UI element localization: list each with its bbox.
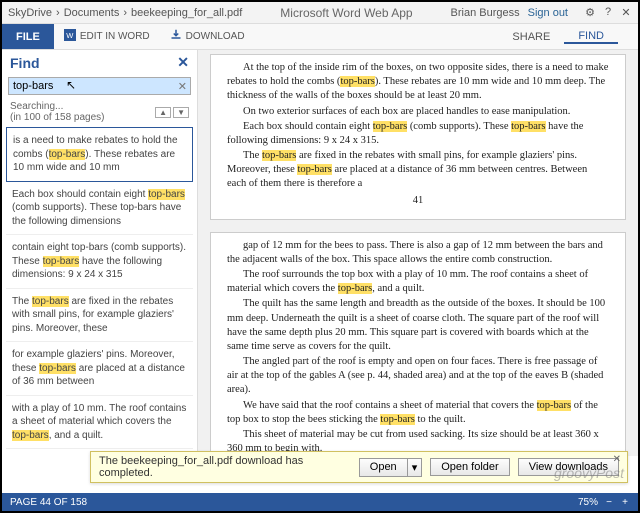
close-find-icon[interactable]: ✕	[177, 54, 189, 71]
document-viewport[interactable]: At the top of the inside rim of the boxe…	[198, 50, 638, 456]
find-results: is a need to make rebates to hold the co…	[2, 127, 197, 456]
prev-result-button[interactable]: ▲	[155, 107, 171, 118]
zoom-out-button[interactable]: −	[604, 497, 614, 508]
find-result[interactable]: The top-bars are fixed in the rebates wi…	[6, 289, 193, 343]
find-scope: (in 100 of 158 pages)	[10, 112, 105, 123]
word-icon: W	[64, 29, 76, 44]
help-icon[interactable]: ?	[602, 6, 614, 19]
find-result[interactable]: contain eight top-bars (comb supports). …	[6, 235, 193, 289]
breadcrumb[interactable]: SkyDrive › Documents › beekeeping_for_al…	[8, 7, 242, 19]
open-dropdown-button[interactable]: ▾	[408, 458, 423, 477]
find-searching: Searching...	[10, 101, 105, 112]
tab-find[interactable]: FIND	[564, 30, 618, 44]
zoom-in-button[interactable]: +	[620, 497, 630, 508]
find-result[interactable]: for example glaziers' pins. Moreover, th…	[6, 342, 193, 396]
app-title: Microsoft Word Web App	[242, 6, 450, 20]
view-downloads-button[interactable]: View downloads	[518, 458, 619, 476]
clear-search-icon[interactable]: ✕	[178, 80, 187, 93]
open-folder-button[interactable]: Open folder	[430, 458, 509, 476]
close-icon[interactable]: ✕	[620, 6, 632, 19]
tab-share[interactable]: SHARE	[498, 31, 564, 43]
find-result[interactable]: Each box should contain eight top-bars (…	[6, 182, 193, 236]
find-result[interactable]: with a play of 10 mm. The roof contains …	[6, 396, 193, 450]
breadcrumb-file[interactable]: beekeeping_for_all.pdf	[131, 7, 242, 19]
svg-text:W: W	[66, 31, 74, 40]
open-download-button[interactable]: Open	[359, 458, 408, 477]
page-number: 41	[227, 194, 609, 208]
download-notification: The beekeeping_for_all.pdf download has …	[90, 451, 628, 483]
edit-in-word-button[interactable]: W EDIT IN WORD	[54, 24, 160, 49]
download-icon	[170, 29, 182, 44]
sign-out-link[interactable]: Sign out	[528, 7, 568, 19]
user-name: Brian Burgess	[451, 7, 520, 19]
tab-file[interactable]: FILE	[2, 24, 54, 49]
page: At the top of the inside rim of the boxe…	[210, 54, 626, 220]
breadcrumb-folder[interactable]: Documents	[64, 7, 120, 19]
settings-icon[interactable]: ⚙	[584, 6, 596, 19]
find-panel: Find ✕ ↖ ✕ Searching... (in 100 of 158 p…	[2, 50, 198, 456]
find-result[interactable]: is a need to make rebates to hold the co…	[6, 127, 193, 182]
download-button[interactable]: DOWNLOAD	[160, 24, 255, 49]
zoom-level: 75%	[578, 497, 598, 508]
find-input[interactable]	[8, 77, 191, 95]
breadcrumb-root[interactable]: SkyDrive	[8, 7, 52, 19]
download-message: The beekeeping_for_all.pdf download has …	[99, 455, 351, 479]
find-title: Find	[10, 55, 40, 71]
close-notification-icon[interactable]: ✕	[613, 454, 621, 465]
next-result-button[interactable]: ▼	[173, 107, 189, 118]
page: gap of 12 mm for the bees to pass. There…	[210, 232, 626, 456]
page-counter: PAGE 44 OF 158	[10, 497, 87, 508]
